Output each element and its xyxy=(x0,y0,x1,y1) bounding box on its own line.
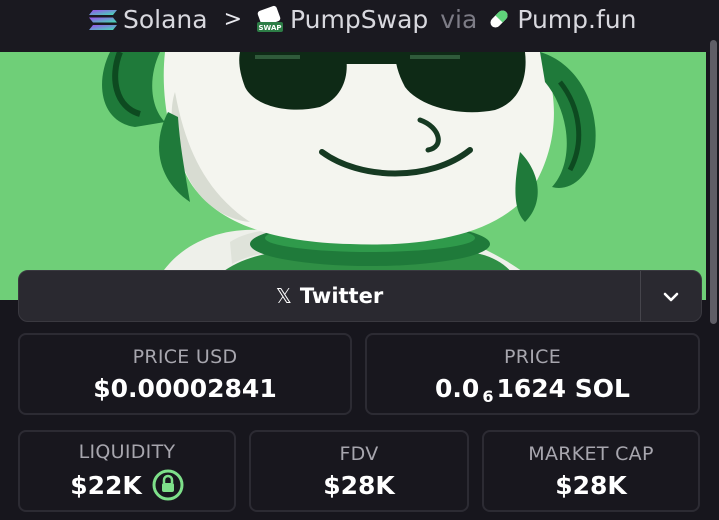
token-banner-image xyxy=(0,52,706,300)
stat-price-native: PRICE 0.0 6 1624 SOL xyxy=(365,333,700,415)
header-bar: Solana > SWAP PumpSwap via Pump.fun xyxy=(0,0,719,52)
market-cap-label: MARKET CAP xyxy=(528,442,654,465)
liquidity-value-row: $22K xyxy=(70,469,184,501)
stat-fdv: FDV $28K xyxy=(249,430,469,512)
x-logo-icon: 𝕏 xyxy=(275,284,292,308)
pill-icon xyxy=(487,7,511,31)
social-links-bar: 𝕏 Twitter xyxy=(18,270,702,322)
market-cap-value: $28K xyxy=(555,470,627,500)
price-value-prefix: 0.0 xyxy=(435,373,480,403)
breadcrumb-dex[interactable]: PumpSwap xyxy=(290,5,428,34)
price-value-zero-count: 6 xyxy=(482,386,494,406)
twitter-label: Twitter xyxy=(299,284,384,308)
more-links-dropdown[interactable] xyxy=(641,271,701,321)
breadcrumb-via: via xyxy=(440,4,478,34)
stat-market-cap: MARKET CAP $28K xyxy=(482,430,700,512)
breadcrumb-chain[interactable]: Solana xyxy=(123,5,208,34)
fdv-label: FDV xyxy=(339,442,379,465)
lock-icon[interactable] xyxy=(152,469,184,501)
price-usd-value: $0.00002841 xyxy=(93,373,277,403)
mascot-illustration xyxy=(102,52,596,300)
fdv-value: $28K xyxy=(323,470,395,500)
price-usd-label: PRICE USD xyxy=(132,345,238,368)
breadcrumb-source[interactable]: Pump.fun xyxy=(517,5,636,34)
pumpswap-icon: SWAP xyxy=(256,5,284,33)
scrollbar-thumb[interactable] xyxy=(710,40,717,324)
pumpswap-icon-badge: SWAP xyxy=(259,24,282,32)
price-native-value: 0.0 6 1624 SOL xyxy=(435,373,630,406)
chevron-right-icon: > xyxy=(223,6,243,32)
solana-icon xyxy=(88,8,118,30)
breadcrumb: Solana > SWAP PumpSwap via Pump.fun xyxy=(88,2,636,36)
liquidity-value: $22K xyxy=(70,470,142,500)
stat-price-usd: PRICE USD $0.00002841 xyxy=(18,333,352,415)
liquidity-label: LIQUIDITY xyxy=(78,441,176,463)
chevron-down-icon xyxy=(663,287,679,306)
price-label: PRICE xyxy=(503,345,562,368)
stat-liquidity: LIQUIDITY $22K xyxy=(18,430,236,512)
price-value-suffix: 1624 SOL xyxy=(496,373,630,403)
twitter-button[interactable]: 𝕏 Twitter xyxy=(19,271,641,321)
